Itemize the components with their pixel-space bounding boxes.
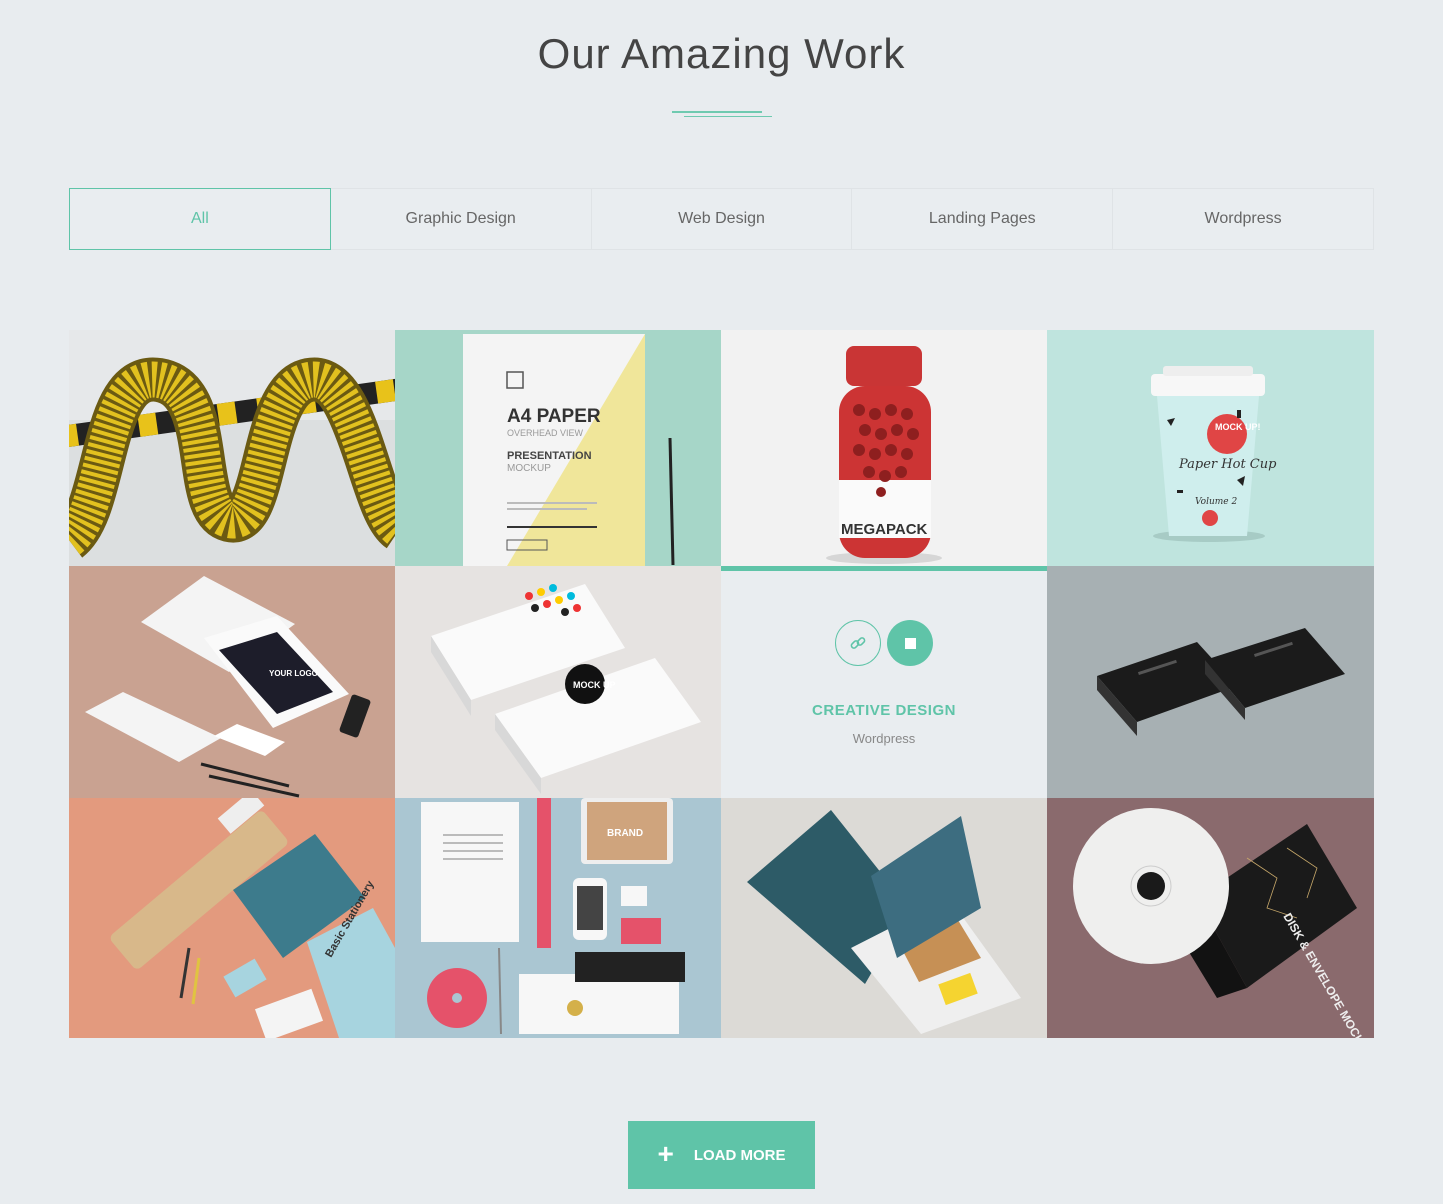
- portfolio-item-black-cards[interactable]: [1047, 566, 1374, 798]
- cup-mock: MOCK UP!: [1215, 422, 1261, 432]
- item-title[interactable]: CREATIVE DESIGN: [812, 702, 956, 719]
- portfolio-item-megapack[interactable]: MEGAPACK: [721, 330, 1047, 566]
- brand-label: BRAND: [607, 828, 643, 839]
- a4-title: A4 PAPER: [507, 406, 601, 427]
- load-more-button[interactable]: + LOAD MORE: [628, 1121, 815, 1189]
- stationery-logo: YOUR LOGO: [269, 669, 318, 678]
- filter-web-design[interactable]: Web Design: [591, 189, 853, 249]
- filter-all[interactable]: All: [69, 188, 331, 250]
- stop-square-icon[interactable]: [887, 620, 933, 666]
- portfolio-item-business-cards[interactable]: MOCK UP: [395, 566, 721, 798]
- portfolio-item-brand-stationery[interactable]: BRAND: [395, 798, 721, 1038]
- filter-wordpress[interactable]: Wordpress: [1113, 189, 1373, 249]
- title-underline: [672, 111, 772, 118]
- item-category: Wordpress: [852, 731, 916, 746]
- portfolio-item-disk-envelope[interactable]: DISK & ENVELOPE MOCKUP: [1047, 798, 1374, 1038]
- cards-mock: MOCK UP: [573, 680, 616, 690]
- a4-pres: PRESENTATION: [507, 450, 592, 462]
- cup-volume: Volume 2: [1195, 497, 1237, 507]
- filter-graphic-design[interactable]: Graphic Design: [330, 189, 592, 249]
- portfolio-item-creative-design[interactable]: CREATIVE DESIGN Wordpress: [721, 566, 1047, 798]
- portfolio-item-paper-cup[interactable]: MOCK UP! Paper Hot Cup Volume 2: [1047, 330, 1374, 566]
- portfolio-filters: All Graphic Design Web Design Landing Pa…: [69, 188, 1374, 250]
- filter-landing-pages[interactable]: Landing Pages: [852, 189, 1114, 249]
- link-icon[interactable]: [835, 620, 881, 666]
- portfolio-item-stationery[interactable]: YOUR LOGO: [69, 566, 395, 798]
- portfolio-grid: A4 PAPER OVERHEAD VIEW PRESENTATION MOCK…: [69, 330, 1374, 1038]
- cup-title: Paper Hot Cup: [1178, 457, 1277, 472]
- load-more-label: LOAD MORE: [693, 1146, 786, 1164]
- portfolio-item-magazine[interactable]: [721, 798, 1047, 1038]
- plus-icon: +: [657, 1137, 674, 1169]
- portfolio-item-hose[interactable]: [69, 330, 395, 566]
- a4-mock: MOCKUP: [507, 463, 551, 474]
- megapack-label: MEGAPACK: [841, 521, 928, 538]
- portfolio-item-a4-paper[interactable]: A4 PAPER OVERHEAD VIEW PRESENTATION MOCK…: [395, 330, 721, 566]
- portfolio-item-basic-stationery[interactable]: Basic Stationery: [69, 798, 395, 1038]
- section-title: Our Amazing Work: [537, 30, 906, 77]
- a4-sub: OVERHEAD VIEW: [507, 428, 584, 438]
